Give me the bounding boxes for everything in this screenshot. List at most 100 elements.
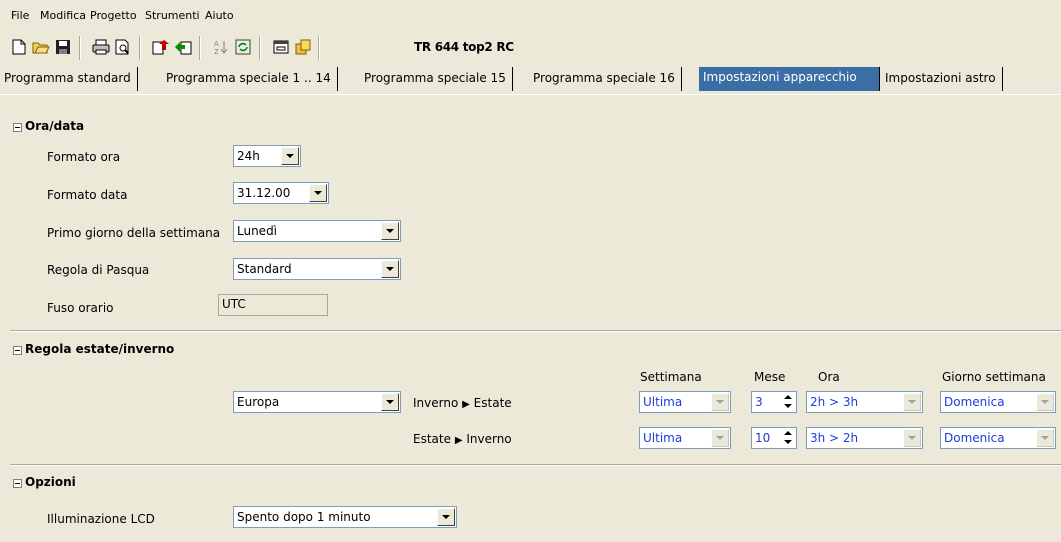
toolbar-separator <box>199 36 201 60</box>
chevron-down-icon[interactable] <box>381 260 399 278</box>
stepper-down-icon[interactable] <box>781 438 795 447</box>
primo-giorno-select[interactable]: Lunedì <box>233 220 401 242</box>
header-giorno-settimana: Giorno settimana <box>942 370 1046 384</box>
dst-row-1-settimana-select[interactable]: Ultima <box>639 391 731 413</box>
dst-row-1-label: Inverno ▶ Estate <box>413 396 512 410</box>
formato-data-select[interactable]: 31.12.00 <box>233 182 329 204</box>
menu-modifica[interactable]: Modifica <box>40 9 86 22</box>
chevron-down-icon[interactable] <box>1036 393 1054 411</box>
dst-row-1-settimana-value: Ultima <box>643 395 683 409</box>
formato-ora-label: Formato ora <box>47 150 121 164</box>
dst-row-2-settimana-value: Ultima <box>643 431 683 445</box>
menu-aiuto[interactable]: Aiuto <box>205 9 234 22</box>
open-icon[interactable] <box>30 36 52 58</box>
window-icon[interactable] <box>270 36 292 58</box>
chevron-down-icon[interactable] <box>1036 429 1054 447</box>
fuso-orario-field: UTC <box>218 294 328 316</box>
chevron-down-icon[interactable] <box>903 393 921 411</box>
dst-row-1-mese-value: 3 <box>755 395 763 409</box>
refresh-icon[interactable] <box>232 36 254 58</box>
print-icon[interactable] <box>90 36 112 58</box>
tab-programma-speciale-1-14[interactable]: Programma speciale 1 .. 14 <box>162 67 338 91</box>
formato-data-value: 31.12.00 <box>237 186 291 200</box>
fuso-orario-value: UTC <box>222 297 246 311</box>
tab-programma-speciale-15[interactable]: Programma speciale 15 <box>360 67 513 91</box>
menu-strumenti[interactable]: Strumenti <box>145 9 200 22</box>
dst-region-value: Europa <box>237 395 280 409</box>
dst-row-2-settimana-select[interactable]: Ultima <box>639 427 731 449</box>
dst-region-select[interactable]: Europa <box>233 391 401 413</box>
dst-row-2-to: Inverno <box>466 432 512 446</box>
chevron-down-icon[interactable] <box>711 393 729 411</box>
save-icon[interactable] <box>52 36 74 58</box>
stepper-up-icon[interactable] <box>781 393 795 402</box>
fuso-orario-label: Fuso orario <box>47 301 114 315</box>
section-ora-data[interactable]: Ora/data <box>0 113 1061 139</box>
section-regola-estate-inverno[interactable]: Regola estate/inverno <box>0 336 1061 362</box>
dst-row-1-mese-stepper[interactable]: 3 <box>751 391 797 413</box>
primo-giorno-label: Primo giorno della settimana <box>47 226 221 240</box>
formato-data-label: Formato data <box>47 188 128 202</box>
dst-row-2-from: Estate <box>413 432 451 446</box>
dst-row-1-giorno-select[interactable]: Domenica <box>940 391 1056 413</box>
dst-row-1-ora-select[interactable]: 2h > 3h <box>806 391 923 413</box>
section-opzioni[interactable]: Opzioni <box>0 469 1061 495</box>
toolbar: AZ TR 644 top2 RC <box>0 32 1061 64</box>
collapse-icon[interactable] <box>13 346 22 355</box>
tab-bar: Programma standard Programma speciale 1 … <box>0 64 1061 94</box>
chevron-down-icon[interactable] <box>309 184 327 202</box>
device-title: TR 644 top2 RC <box>414 40 514 54</box>
stepper-down-icon[interactable] <box>781 402 795 411</box>
collapse-icon[interactable] <box>13 479 22 488</box>
pasqua-select[interactable]: Standard <box>233 258 401 280</box>
header-ora: Ora <box>818 370 840 384</box>
formato-ora-select[interactable]: 24h <box>233 145 301 167</box>
dst-row-2-ora-value: 3h > 2h <box>810 431 859 445</box>
collapse-icon[interactable] <box>13 123 22 132</box>
section-divider <box>10 330 1061 332</box>
toolbar-separator <box>139 36 141 60</box>
toolbar-separator <box>79 36 81 60</box>
download-icon[interactable] <box>172 36 194 58</box>
illuminazione-lcd-label: Illuminazione LCD <box>47 512 155 526</box>
chevron-down-icon[interactable] <box>281 147 299 165</box>
primo-giorno-value: Lunedì <box>237 224 278 238</box>
device-icon[interactable] <box>292 36 314 58</box>
chevron-down-icon[interactable] <box>711 429 729 447</box>
toolbar-separator <box>318 36 320 60</box>
sort-icon[interactable]: AZ <box>210 36 232 58</box>
illuminazione-lcd-select[interactable]: Spento dopo 1 minuto <box>233 506 457 528</box>
chevron-down-icon[interactable] <box>381 222 399 240</box>
dst-row-2-label: Estate ▶ Inverno <box>413 432 512 446</box>
dst-row-2-giorno-select[interactable]: Domenica <box>940 427 1056 449</box>
dst-row-2-ora-select[interactable]: 3h > 2h <box>806 427 923 449</box>
section-title: Opzioni <box>25 475 76 489</box>
dst-row-1-from: Inverno <box>413 396 459 410</box>
menu-bar: File Modifica Progetto Strumenti Aiuto <box>0 0 1061 32</box>
dst-row-1-to: Estate <box>473 396 512 410</box>
upload-icon[interactable] <box>150 36 172 58</box>
dst-row-1-ora-value: 2h > 3h <box>810 395 859 409</box>
menu-progetto[interactable]: Progetto <box>90 9 137 22</box>
tab-programma-speciale-16[interactable]: Programma speciale 16 <box>529 67 682 91</box>
chevron-down-icon[interactable] <box>381 393 399 411</box>
stepper-buttons <box>781 429 795 447</box>
pasqua-value: Standard <box>237 262 292 276</box>
svg-text:Z: Z <box>214 48 219 55</box>
tab-impostazioni-apparecchio[interactable]: Impostazioni apparecchio <box>699 67 879 91</box>
header-mese: Mese <box>754 370 786 384</box>
chevron-down-icon[interactable] <box>437 508 455 526</box>
pasqua-label: Regola di Pasqua <box>47 263 150 277</box>
tab-impostazioni-astro[interactable]: Impostazioni astro <box>879 67 1003 91</box>
menu-file[interactable]: File <box>11 9 29 22</box>
dst-row-2-mese-value: 10 <box>755 431 771 445</box>
new-icon[interactable] <box>8 36 30 58</box>
formato-ora-value: 24h <box>237 149 260 163</box>
print-preview-icon[interactable] <box>112 36 134 58</box>
section-divider <box>10 464 1061 466</box>
stepper-up-icon[interactable] <box>781 429 795 438</box>
dst-row-1-giorno-value: Domenica <box>944 395 1005 409</box>
tab-programma-standard[interactable]: Programma standard <box>0 67 138 91</box>
chevron-down-icon[interactable] <box>903 429 921 447</box>
dst-row-2-mese-stepper[interactable]: 10 <box>751 427 797 449</box>
